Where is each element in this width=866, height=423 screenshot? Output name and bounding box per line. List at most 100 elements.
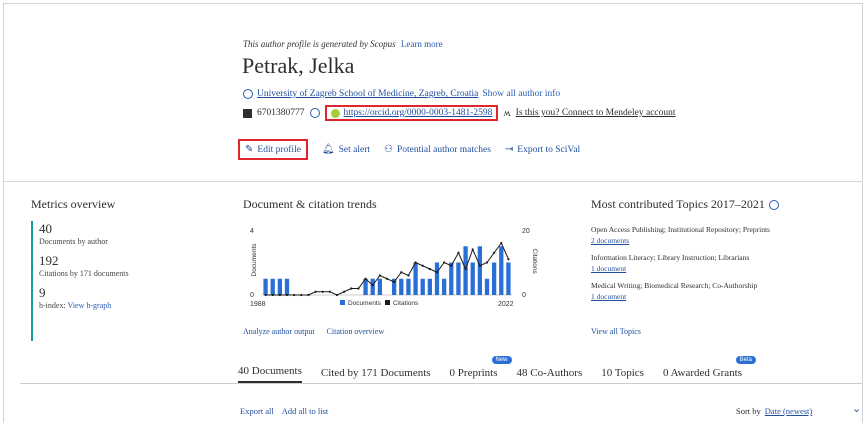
chart-links: Analyze author output Citation overview: [243, 327, 384, 336]
view-all-topics-link[interactable]: View all Topics: [591, 327, 641, 336]
legend-documents-label: Documents: [348, 300, 382, 307]
mendeley-connect-link[interactable]: Is this you? Connect to Mendeley account: [516, 108, 676, 118]
right-axis-title: Citations: [531, 249, 538, 275]
citation-point: [378, 274, 381, 277]
topics-list: Open Access Publishing; Institutional Re…: [591, 225, 821, 309]
left-axis-title: Documents: [251, 243, 258, 277]
right-tick-label: 20: [522, 228, 530, 235]
citation-point: [471, 248, 474, 251]
set-alert-label: Set alert: [338, 144, 371, 155]
chevron-down-icon[interactable]: ⌄: [852, 402, 861, 415]
citation-point: [371, 284, 374, 287]
tab-label: 48 Co-Authors: [516, 367, 583, 379]
identifier-row: 6701380777 https://orcid.org/0000-0003-1…: [243, 105, 676, 121]
tab-topics[interactable]: 10 Topics: [601, 367, 644, 383]
export-all-link[interactable]: Export all: [240, 406, 274, 416]
citation-point: [421, 264, 424, 267]
document-bar: [263, 278, 268, 295]
tab-preprints[interactable]: 0 Preprints New: [449, 356, 512, 383]
tab-label: 0 Preprints: [449, 367, 498, 379]
export-scival-button[interactable]: ⇥ Export to SciVal: [505, 144, 580, 155]
citation-point: [321, 290, 324, 293]
bell-icon: 🔔︎: [321, 144, 335, 155]
document-bar: [399, 278, 404, 295]
info-icon[interactable]: [309, 108, 320, 118]
orcid-icon: [330, 108, 340, 118]
citation-point: [357, 287, 360, 290]
affiliation-link[interactable]: University of Zagreb School of Medicine,…: [257, 89, 478, 99]
topic-name: Open Access Publishing; Institutional Re…: [591, 225, 770, 234]
orcid-link[interactable]: https://orcid.org/0000-0003-1481-2598: [344, 108, 493, 118]
potential-matches-label: Potential author matches: [396, 144, 491, 155]
citation-point: [300, 293, 303, 297]
beta-badge: Beta: [735, 356, 756, 364]
learn-more-link[interactable]: Learn more: [401, 39, 443, 49]
potential-matches-button[interactable]: ⚇ Potential author matches: [384, 144, 491, 155]
citation-point: [507, 258, 510, 261]
documents-label: Documents by author: [39, 237, 108, 246]
document-bar: [377, 278, 382, 295]
documents-count: 40: [39, 221, 52, 236]
citation-overview-link[interactable]: Citation overview: [327, 327, 385, 336]
citations-count: 192: [39, 253, 59, 268]
trends-title: Document & citation trends: [243, 197, 377, 211]
metrics-list: 40 Documents by author 192 Citations by …: [31, 221, 189, 341]
document-bar: [406, 278, 411, 295]
citation-point: [443, 261, 446, 264]
document-bar: [270, 278, 275, 295]
sort-value: Date (newest): [764, 406, 813, 416]
citation-point: [285, 293, 289, 297]
pencil-icon: ✎: [245, 144, 254, 155]
citation-point: [464, 267, 467, 271]
hgraph-link[interactable]: View h-graph: [68, 301, 112, 310]
document-bar: [449, 262, 454, 295]
tabs-divider: [20, 383, 863, 384]
users-icon: ⚇: [384, 144, 393, 155]
right-tick-label: 0: [522, 292, 526, 299]
left-tick-label: 0: [250, 292, 254, 299]
tab-documents[interactable]: 40 Documents: [238, 365, 302, 383]
affiliation-row: University of Zagreb School of Medicine,…: [243, 89, 560, 99]
page-frame: [3, 3, 863, 423]
topics-info-icon[interactable]: [768, 199, 779, 210]
sort-control[interactable]: Sort by Date (newest): [736, 406, 812, 416]
sort-label: Sort by: [736, 406, 761, 416]
legend-citations-label: Citations: [393, 300, 419, 307]
analyze-output-link[interactable]: Analyze author output: [243, 327, 315, 336]
tab-awarded-grants[interactable]: 0 Awarded Grants Beta: [663, 356, 756, 383]
citation-point: [493, 251, 496, 254]
x-start-label: 1988: [250, 301, 266, 308]
citation-point: [335, 293, 339, 297]
add-all-to-list-link[interactable]: Add all to list: [282, 406, 329, 416]
trend-chart: 40200Documents Citations1988 2022Documents…: [250, 228, 538, 308]
tab-coauthors[interactable]: 48 Co-Authors: [517, 367, 583, 383]
export-scival-label: Export to SciVal: [517, 144, 581, 155]
document-bar: [456, 262, 461, 295]
citation-point: [478, 264, 481, 267]
set-alert-button[interactable]: 🔔︎ Set alert: [322, 144, 370, 155]
show-all-info-link[interactable]: Show all author info: [482, 89, 560, 99]
citation-point: [393, 280, 396, 284]
hindex-value: 9: [39, 285, 46, 300]
tab-cited-by[interactable]: Cited by 171 Documents: [321, 367, 431, 383]
document-bar: [284, 278, 290, 295]
topic-docs-link[interactable]: 2 documents: [591, 235, 821, 246]
topic-docs-link[interactable]: 1 document: [591, 263, 821, 274]
citation-point: [307, 293, 310, 297]
edit-profile-button[interactable]: ✎ Edit profile: [238, 139, 308, 160]
document-bar: [499, 246, 504, 295]
citation-point: [500, 241, 503, 245]
citation-point: [385, 277, 389, 280]
citation-point: [328, 290, 331, 293]
citation-point: [350, 287, 353, 290]
document-bar: [506, 262, 511, 295]
document-bar: [442, 278, 447, 295]
x-end-label: 2022: [498, 301, 514, 308]
edit-profile-label: Edit profile: [257, 144, 301, 155]
citation-point: [414, 261, 417, 264]
document-bar: [477, 246, 482, 295]
citation-point: [400, 271, 403, 274]
document-bar: [463, 246, 468, 295]
hindex-row: h-index: View h-graph: [39, 300, 189, 311]
topic-docs-link[interactable]: 1 document: [591, 291, 821, 302]
